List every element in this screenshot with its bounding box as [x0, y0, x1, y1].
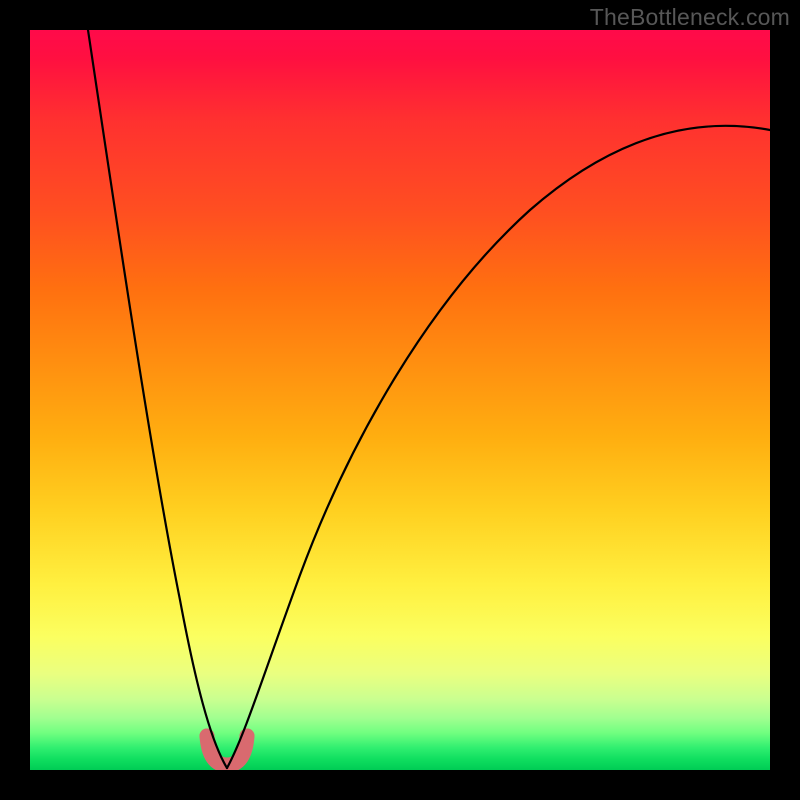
plot-area: [30, 30, 770, 770]
curve-layer: [30, 30, 770, 770]
curve-right-branch: [227, 126, 770, 768]
curve-left-branch: [88, 30, 227, 768]
outer-frame: TheBottleneck.com: [0, 0, 800, 800]
watermark-text: TheBottleneck.com: [590, 4, 790, 31]
